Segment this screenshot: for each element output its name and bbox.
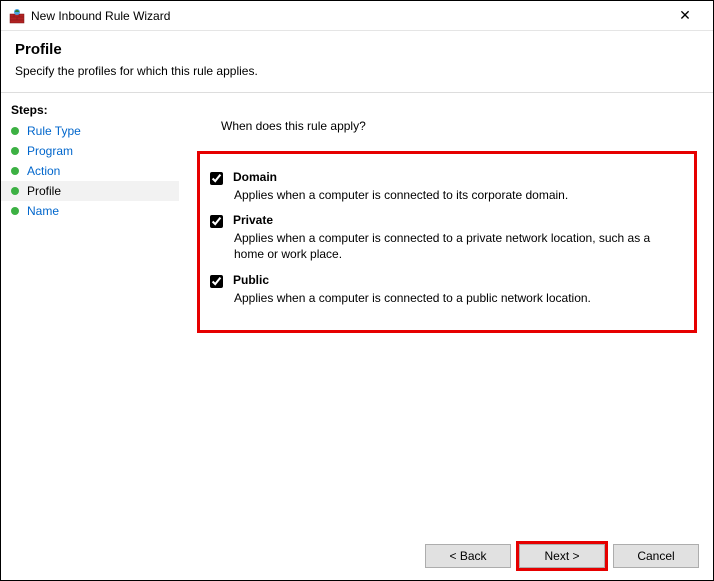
step-bullet-icon <box>11 187 19 195</box>
next-button[interactable]: Next > <box>519 544 605 568</box>
close-button[interactable]: ✕ <box>665 7 705 24</box>
private-description: Applies when a computer is connected to … <box>234 230 678 262</box>
back-button[interactable]: < Back <box>425 544 511 568</box>
firewall-icon <box>9 8 25 24</box>
public-row: Public <box>206 273 678 288</box>
step-label: Name <box>27 204 59 218</box>
public-description: Applies when a computer is connected to … <box>234 290 678 306</box>
step-name[interactable]: Name <box>1 201 179 221</box>
wizard-window: New Inbound Rule Wizard ✕ Profile Specif… <box>0 0 714 581</box>
step-label: Profile <box>27 184 61 198</box>
window-title: New Inbound Rule Wizard <box>31 9 665 23</box>
public-checkbox[interactable] <box>210 275 223 288</box>
step-bullet-icon <box>11 207 19 215</box>
private-checkbox[interactable] <box>210 215 223 228</box>
step-label: Program <box>27 144 73 158</box>
prompt-text: When does this rule apply? <box>221 119 691 133</box>
cancel-button[interactable]: Cancel <box>613 544 699 568</box>
domain-label: Domain <box>233 170 277 184</box>
content-panel: When does this rule apply? Domain Applie… <box>179 93 713 532</box>
private-label: Private <box>233 213 273 227</box>
profiles-highlight: Domain Applies when a computer is connec… <box>197 151 697 333</box>
step-bullet-icon <box>11 127 19 135</box>
public-label: Public <box>233 273 269 287</box>
domain-checkbox[interactable] <box>210 172 223 185</box>
page-subtitle: Specify the profiles for which this rule… <box>15 64 699 78</box>
wizard-body: Steps: Rule Type Program Action Profile … <box>1 93 713 532</box>
step-label: Rule Type <box>27 124 81 138</box>
step-profile[interactable]: Profile <box>1 181 179 201</box>
domain-description: Applies when a computer is connected to … <box>234 187 678 203</box>
page-title: Profile <box>15 41 699 58</box>
step-rule-type[interactable]: Rule Type <box>1 121 179 141</box>
step-bullet-icon <box>11 167 19 175</box>
step-program[interactable]: Program <box>1 141 179 161</box>
wizard-footer: < Back Next > Cancel <box>1 532 713 580</box>
steps-sidebar: Steps: Rule Type Program Action Profile … <box>1 93 179 532</box>
domain-row: Domain <box>206 170 678 185</box>
step-label: Action <box>27 164 60 178</box>
step-action[interactable]: Action <box>1 161 179 181</box>
private-row: Private <box>206 213 678 228</box>
wizard-header: Profile Specify the profiles for which t… <box>1 31 713 93</box>
step-bullet-icon <box>11 147 19 155</box>
steps-heading: Steps: <box>1 101 179 121</box>
titlebar: New Inbound Rule Wizard ✕ <box>1 1 713 31</box>
